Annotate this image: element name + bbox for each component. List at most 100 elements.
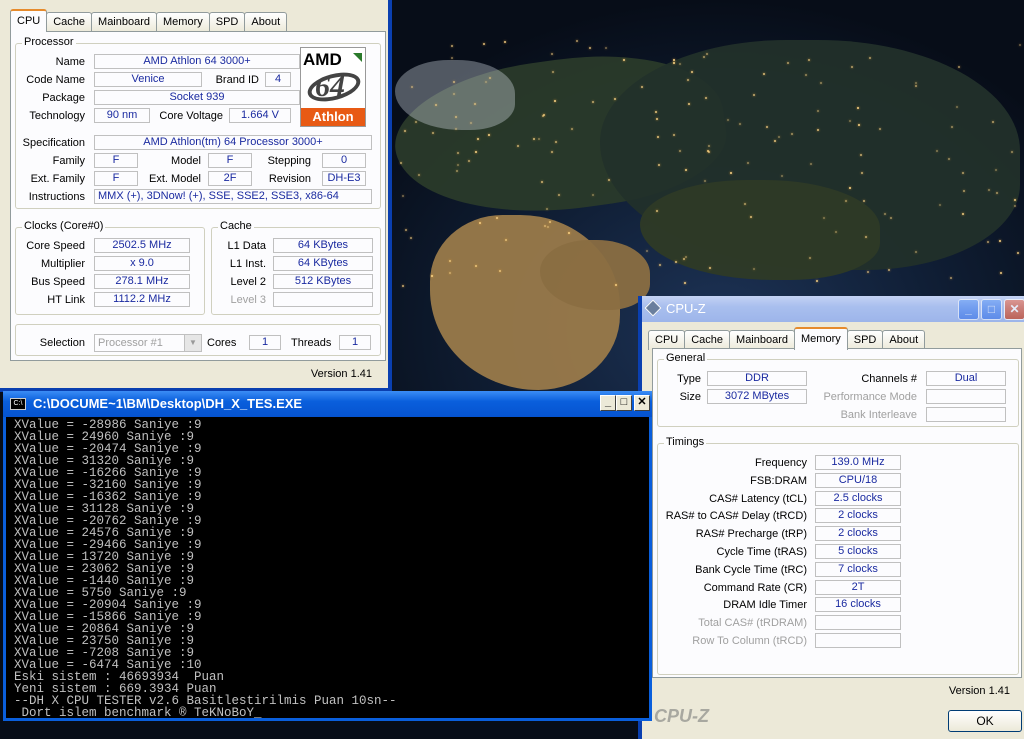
ok-button[interactable]: OK xyxy=(948,710,1022,732)
city-light-dot xyxy=(961,212,964,215)
city-light-dot xyxy=(545,207,548,210)
city-light-dot xyxy=(1014,204,1017,207)
level3-label: Level 3 xyxy=(230,294,266,306)
city-light-dot xyxy=(682,258,685,261)
name-label: Name xyxy=(55,56,85,68)
multiplier-value: x 9.0 xyxy=(94,256,190,271)
l1inst-value: 64 KBytes xyxy=(273,256,373,271)
stepping-label: Stepping xyxy=(267,155,311,167)
close-button[interactable]: ✕ xyxy=(1004,299,1024,320)
tab-memory[interactable]: Memory xyxy=(794,327,848,350)
console-window-icon: C:\ xyxy=(10,398,26,410)
timing-value: 2 clocks xyxy=(815,526,901,542)
city-light-dot xyxy=(411,85,414,88)
corevoltage-value: 1.664 V xyxy=(229,108,291,123)
cpuz-watermark: CPU-Z xyxy=(654,706,709,726)
city-light-dot xyxy=(948,157,951,160)
tab-mainboard[interactable]: Mainboard xyxy=(91,12,158,32)
tab-spd[interactable]: SPD xyxy=(208,12,246,32)
city-light-dot xyxy=(484,81,487,84)
city-light-dot xyxy=(645,250,648,253)
city-light-dot xyxy=(857,106,860,109)
amd-logo-text: AMD xyxy=(303,50,342,69)
tab-cache[interactable]: Cache xyxy=(46,12,93,32)
console-window: C:\ C:\DOCUME~1\BM\Desktop\DH_X_TES.EXE … xyxy=(3,391,652,721)
minimize-button[interactable]: _ xyxy=(958,299,979,320)
selection-label: Selection xyxy=(39,337,85,349)
timing-value: 2 clocks xyxy=(815,508,901,524)
instructions-value: MMX (+), 3DNow! (+), SSE, SSE2, SSE3, x8… xyxy=(94,189,372,204)
htlink-value: 1112.2 MHz xyxy=(94,292,190,307)
city-light-dot xyxy=(684,281,687,284)
level2-value: 512 KBytes xyxy=(273,274,373,289)
l1data-value: 64 KBytes xyxy=(273,238,373,253)
multiplier-label: Multiplier xyxy=(40,258,85,270)
city-light-dot xyxy=(588,47,591,50)
maximize-button[interactable]: □ xyxy=(616,395,632,411)
l1data-label: L1 Data xyxy=(227,240,266,252)
timing-label: Frequency xyxy=(755,457,807,469)
model-value: F xyxy=(208,153,252,168)
city-light-dot xyxy=(1013,198,1016,201)
city-light-dot xyxy=(476,137,479,140)
city-light-dot xyxy=(604,46,607,49)
tab-about[interactable]: About xyxy=(882,330,926,350)
timing-label: Cycle Time (tRAS) xyxy=(716,546,807,558)
city-light-dot xyxy=(888,268,891,271)
city-light-dot xyxy=(402,284,405,287)
city-light-dot xyxy=(654,111,657,114)
city-light-dot xyxy=(672,58,675,61)
tab-cache[interactable]: Cache xyxy=(684,330,731,350)
city-light-dot xyxy=(961,172,964,175)
maximize-button[interactable]: □ xyxy=(981,299,1002,320)
city-light-dot xyxy=(495,216,498,219)
extmodel-label: Ext. Model xyxy=(149,173,201,185)
timing-value xyxy=(815,633,901,648)
wallpaper-landmass xyxy=(640,180,880,280)
minimize-button[interactable]: _ xyxy=(600,395,616,411)
revision-label: Revision xyxy=(268,173,311,185)
perfmode-label: Performance Mode xyxy=(823,391,917,403)
level2-label: Level 2 xyxy=(230,276,266,288)
city-light-dot xyxy=(786,61,789,64)
tab-spd[interactable]: SPD xyxy=(846,330,884,350)
close-button[interactable]: ✕ xyxy=(634,395,650,411)
console-output[interactable]: XValue = -28986 Saniye :9 XValue = 24960 … xyxy=(6,417,649,718)
city-light-dot xyxy=(1000,271,1003,274)
tab-cpu[interactable]: CPU xyxy=(648,330,686,350)
memtype-label: Type xyxy=(677,373,701,385)
timing-label: CAS# Latency (tCL) xyxy=(709,492,807,505)
corespeed-label: Core Speed xyxy=(26,240,85,252)
threads-value: 1 xyxy=(339,335,371,350)
tab-cpu[interactable]: CPU xyxy=(10,9,48,32)
stepping-value: 0 xyxy=(322,153,366,168)
console-titlebar[interactable]: C:\ C:\DOCUME~1\BM\Desktop\DH_X_TES.EXE xyxy=(3,391,652,417)
city-light-dot xyxy=(739,122,742,125)
city-light-dot xyxy=(553,100,556,103)
memory-version-label: Version 1.41 xyxy=(948,685,1010,697)
cpu-tab-panel: Processor Name AMD Athlon 64 3000+ Code … xyxy=(10,31,386,361)
tab-mainboard[interactable]: Mainboard xyxy=(729,330,796,350)
timing-label: Command Rate (CR) xyxy=(703,581,807,594)
tab-about[interactable]: About xyxy=(244,12,288,32)
cpuz-window-title: CPU-Z xyxy=(666,301,706,316)
instructions-label: Instructions xyxy=(28,191,85,203)
tab-memory[interactable]: Memory xyxy=(156,12,210,32)
city-light-dot xyxy=(816,110,819,113)
brandid-label: Brand ID xyxy=(215,74,259,86)
city-light-dot xyxy=(708,150,711,153)
city-light-dot xyxy=(474,151,477,154)
city-light-dot xyxy=(883,213,886,216)
city-light-dot xyxy=(591,100,594,103)
timing-value: 5 clocks xyxy=(815,544,901,559)
extfamily-label: Ext. Family xyxy=(30,173,85,185)
city-light-dot xyxy=(467,159,470,162)
city-light-dot xyxy=(503,40,506,43)
city-light-dot xyxy=(949,276,952,279)
chevron-down-icon[interactable]: ▼ xyxy=(184,335,201,351)
city-light-dot xyxy=(552,70,555,73)
city-light-dot xyxy=(962,189,965,192)
city-light-dot xyxy=(702,56,705,59)
city-light-dot xyxy=(489,76,492,79)
console-window-title: C:\DOCUME~1\BM\Desktop\DH_X_TES.EXE xyxy=(33,396,303,411)
